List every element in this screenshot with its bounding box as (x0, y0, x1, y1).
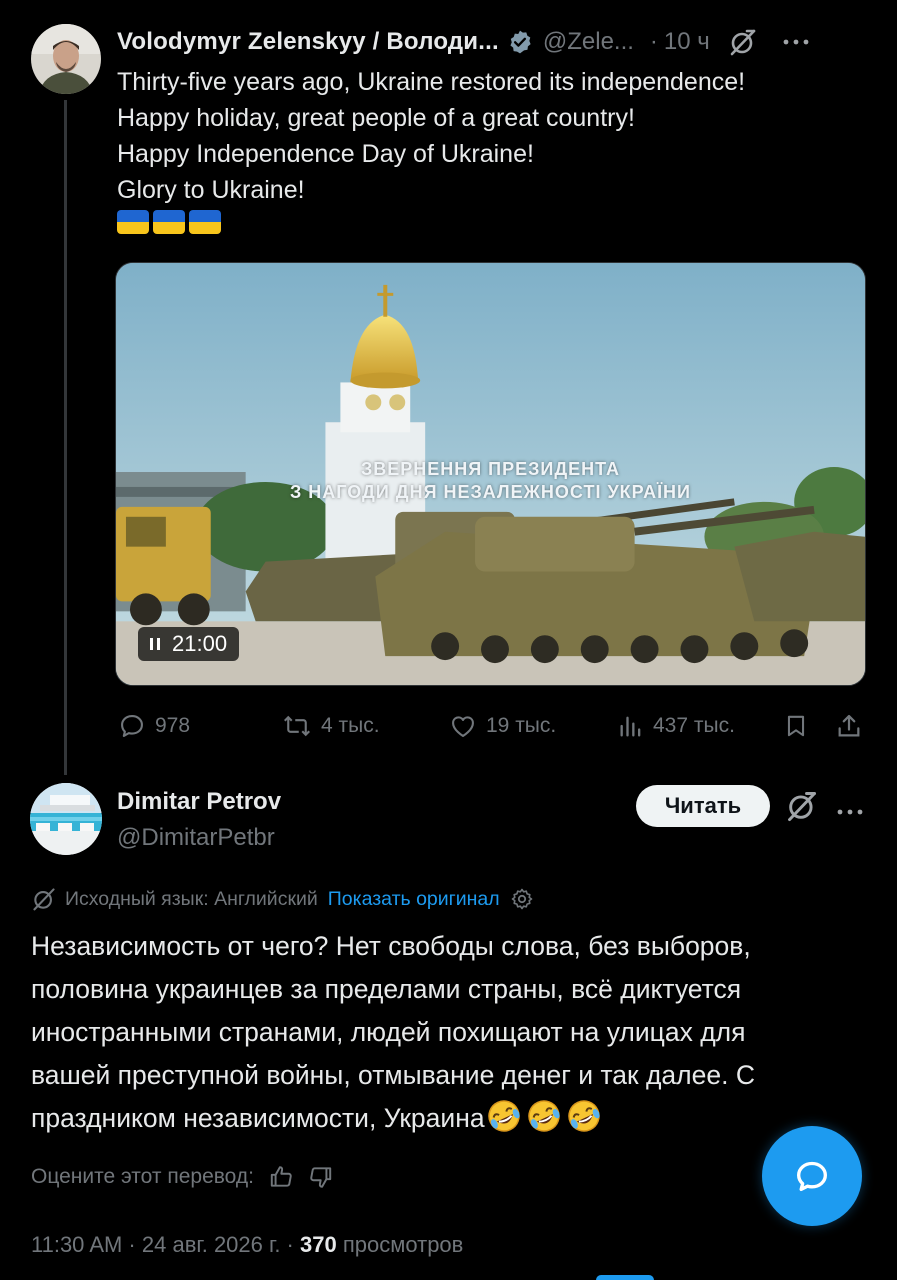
reply-button[interactable]: 978 (117, 712, 190, 740)
author-avatar[interactable] (31, 24, 101, 94)
tweet-text-line: Happy Independence Day of Ukraine! (117, 140, 534, 168)
reply-text-line: половина украинцев за пределами страны, … (31, 974, 742, 1004)
reply-text-line: праздником независимости, Украина (31, 1095, 876, 1146)
thumbs-down-icon[interactable] (308, 1164, 334, 1190)
grok-icon[interactable] (728, 27, 758, 57)
analytics-icon (620, 716, 641, 737)
thumbs-up-icon[interactable] (268, 1164, 294, 1190)
like-button[interactable]: 19 тыс. (448, 712, 556, 740)
tweet-action-bar: 978 4 тыс. 19 тыс. 437 тыс. (117, 706, 869, 746)
translation-source-language: Исходный язык: Английский (65, 887, 318, 910)
header-separator: · (649, 28, 658, 55)
tweet-text-line: Glory to Ukraine! (117, 176, 305, 204)
share-button[interactable] (835, 712, 863, 740)
reply-count: 978 (155, 714, 191, 737)
reply-text-line: вашей преступной войны, отмывание денег … (31, 1060, 755, 1090)
video-timestamp-pill[interactable]: 21:00 (138, 627, 240, 661)
reply-text-last: праздником независимости, Украина (31, 1103, 485, 1133)
tweet-text-line: Thirty-five years ago, Ukraine restored … (117, 68, 746, 96)
reply-timestamp[interactable]: 11:30 AM · 24 авг. 2026 г. · (31, 1232, 294, 1257)
views-count: 437 тыс. (653, 714, 735, 737)
reply-text-line: Независимость от чего? Нет свободы слова… (31, 931, 751, 961)
video-duration: 21:00 (172, 631, 228, 656)
heart-icon (452, 716, 474, 737)
rate-translation: Оцените этот перевод: (31, 1164, 334, 1190)
repost-icon (284, 715, 310, 737)
video-overlay-title: ЗВЕРНЕННЯ ПРЕЗИДЕНТА (360, 459, 621, 479)
more-options-icon[interactable] (782, 38, 810, 46)
tweet-text-line: Happy holiday, great people of a great c… (117, 104, 635, 132)
reply-author-name[interactable]: Dimitar Petrov (117, 788, 281, 816)
thread-connector-line (64, 100, 67, 775)
ukraine-flag-icon (189, 210, 221, 234)
ukraine-flag-emojis (117, 210, 221, 234)
video-overlay-subtitle: З НАГОДИ ДНЯ НЕЗАЛЕЖНОСТІ УКРАЇНИ (290, 482, 691, 502)
ukraine-flag-icon (117, 210, 149, 234)
message-bubble-icon (797, 1161, 827, 1191)
grok-translate-icon (31, 886, 57, 912)
author-name[interactable]: Volodymyr Zelenskyy / Володи... (117, 28, 499, 56)
share-icon (838, 714, 860, 737)
show-original-link[interactable]: Показать оригинал (328, 888, 500, 911)
translation-bar: Исходный язык: Английский Показать ориги… (31, 886, 534, 912)
like-count: 19 тыс. (486, 714, 557, 737)
reply-text: Независимость от чего? Нет свободы слова… (31, 925, 876, 1146)
more-options-icon[interactable] (836, 803, 864, 821)
reply-text-line: иностранными странами, людей похищают на… (31, 1017, 746, 1047)
views-button[interactable]: 437 тыс. (617, 712, 735, 740)
rate-translation-label: Оцените этот перевод: (31, 1165, 254, 1188)
verified-badge-icon (507, 29, 533, 55)
rolling-laughing-emoji-group (487, 1095, 605, 1146)
tweet-header: Volodymyr Zelenskyy / Володи... @Zele...… (117, 22, 877, 62)
bottom-bar-indicator (596, 1275, 654, 1280)
bookmark-icon (787, 715, 805, 737)
grok-icon[interactable] (785, 789, 819, 828)
follow-button[interactable]: Читать (636, 785, 770, 827)
repost-button[interactable]: 4 тыс. (281, 712, 380, 740)
repost-count: 4 тыс. (321, 714, 380, 737)
video-player[interactable]: ЗВЕРНЕННЯ ПРЕЗИДЕНТА З НАГОДИ ДНЯ НЕЗАЛЕ… (115, 262, 866, 686)
reply-views-count: 370 (300, 1232, 337, 1257)
reply-icon (121, 715, 143, 737)
gear-icon[interactable] (510, 887, 534, 911)
reply-metadata: 11:30 AM · 24 авг. 2026 г. · 370 просмот… (31, 1232, 463, 1258)
author-handle[interactable]: @Zele... (543, 28, 634, 56)
reply-author-avatar[interactable] (30, 783, 102, 855)
reply-views-label: просмотров (342, 1232, 464, 1257)
pause-icon[interactable] (150, 638, 160, 650)
tweet-time[interactable]: 10 ч (664, 28, 710, 56)
tweet-text: Thirty-five years ago, Ukraine restored … (117, 64, 877, 208)
bookmark-button[interactable] (783, 712, 809, 740)
compose-reply-button[interactable] (762, 1126, 862, 1226)
reply-author-handle[interactable]: @DimitarPetbr (117, 824, 275, 852)
ukraine-flag-icon (153, 210, 185, 234)
